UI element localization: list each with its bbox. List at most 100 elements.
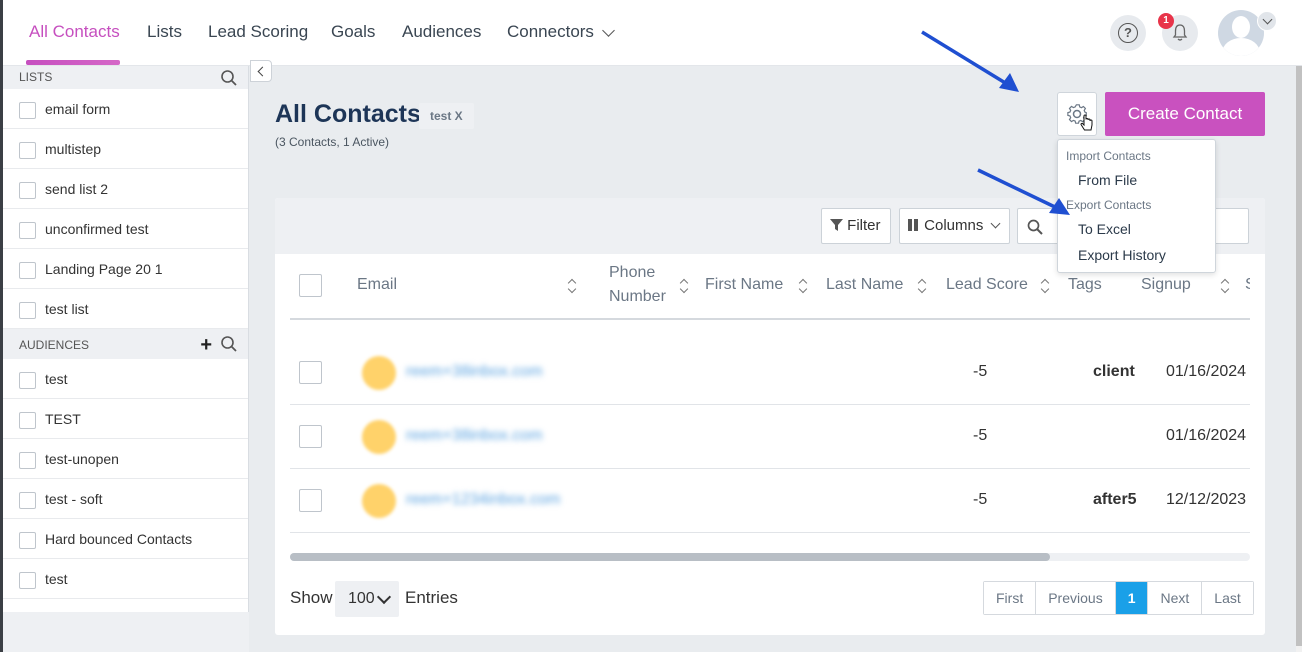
help-icon: ? (1118, 23, 1138, 43)
nav-audiences[interactable]: Audiences (402, 22, 481, 42)
export-contacts-header: Export Contacts (1066, 198, 1152, 212)
list-checkbox[interactable] (19, 182, 36, 199)
scrollbar-thumb[interactable] (1296, 66, 1302, 646)
pager-first[interactable]: First (984, 582, 1037, 614)
contact-tag: after5 (1093, 491, 1137, 508)
column-phone[interactable]: Phone (609, 264, 655, 282)
row-checkbox[interactable] (299, 361, 322, 384)
account-chevron-icon[interactable] (1257, 11, 1277, 31)
filter-icon (830, 219, 843, 231)
settings-dropdown: Import Contacts From File Export Contact… (1057, 139, 1216, 273)
pager-current[interactable]: 1 (1115, 582, 1149, 614)
filter-tag[interactable]: test X (419, 103, 474, 129)
contact-avatar (362, 484, 396, 518)
signup-date: 12/12/2023 (1166, 491, 1247, 508)
sidebar-list-item[interactable]: email form (3, 89, 248, 129)
row-checkbox[interactable] (299, 425, 322, 448)
list-label: test list (45, 301, 89, 317)
list-checkbox[interactable] (19, 102, 36, 119)
sort-icon[interactable] (1221, 279, 1229, 293)
sidebar-audience-item[interactable]: test (3, 559, 248, 599)
sidebar-audience-item[interactable]: test-unopen (3, 439, 248, 479)
column-email[interactable]: Email (357, 276, 397, 294)
audiences-section-header: AUDIENCES + (3, 329, 248, 359)
list-checkbox[interactable] (19, 262, 36, 279)
signup-date: 01/16/2024 (1166, 363, 1247, 380)
horizontal-scrollbar[interactable] (290, 553, 1250, 561)
nav-all-contacts[interactable]: All Contacts (29, 22, 120, 42)
column-first-name[interactable]: First Name (705, 276, 783, 294)
chevron-down-icon[interactable] (602, 24, 615, 37)
nav-goals[interactable]: Goals (331, 22, 375, 42)
column-last-name[interactable]: Last Name (826, 276, 903, 294)
nav-lists[interactable]: Lists (147, 22, 182, 42)
audience-checkbox[interactable] (19, 492, 36, 509)
window-edge (0, 0, 3, 652)
annotation-arrow-icon (921, 30, 1019, 92)
sidebar-audience-item[interactable]: test - soft (3, 479, 248, 519)
column-lead-score[interactable]: Lead Score (946, 276, 1028, 294)
vertical-scrollbar[interactable] (1296, 66, 1302, 652)
column-signup[interactable]: Signup (1141, 276, 1191, 294)
menu-item-from-file[interactable]: From File (1078, 172, 1137, 188)
sort-icon[interactable] (680, 279, 688, 293)
search-icon[interactable] (220, 69, 238, 87)
pager-previous[interactable]: Previous (1036, 582, 1116, 614)
list-checkbox[interactable] (19, 302, 36, 319)
audience-checkbox[interactable] (19, 372, 36, 389)
table-row[interactable]: reem+38inbox.com -5 01/16/2024 (290, 405, 1250, 469)
sidebar-list-item[interactable]: Landing Page 20 1 (3, 249, 248, 289)
sort-icon[interactable] (799, 279, 807, 293)
list-label: Landing Page 20 1 (45, 261, 163, 277)
audience-checkbox[interactable] (19, 412, 36, 429)
nav-connectors[interactable]: Connectors (507, 22, 594, 42)
audience-label: TEST (45, 411, 81, 427)
sort-icon[interactable] (568, 279, 576, 293)
contact-email[interactable]: reem+38inbox.com (406, 427, 543, 445)
notification-badge: 1 (1158, 13, 1174, 29)
nav-lead-scoring[interactable]: Lead Scoring (208, 22, 308, 42)
page-size-select[interactable]: 100 (335, 581, 399, 617)
sidebar-list-item[interactable]: test list (3, 289, 248, 329)
select-all-checkbox[interactable] (299, 274, 322, 297)
pager-next[interactable]: Next (1148, 582, 1203, 614)
create-contact-button[interactable]: Create Contact (1105, 92, 1265, 136)
help-button[interactable]: ? (1110, 15, 1146, 51)
table-row[interactable]: reem+38inbox.com -5 client 01/16/2024 (290, 341, 1250, 405)
row-checkbox[interactable] (299, 489, 322, 512)
list-checkbox[interactable] (19, 142, 36, 159)
list-label: email form (45, 101, 111, 117)
sidebar-list-item[interactable]: multistep (3, 129, 248, 169)
columns-icon (908, 219, 918, 231)
contact-email[interactable]: reem+38inbox.com (406, 363, 543, 381)
pager-last[interactable]: Last (1202, 582, 1253, 614)
list-checkbox[interactable] (19, 222, 36, 239)
column-tags[interactable]: Tags (1068, 276, 1102, 294)
menu-item-export-history[interactable]: Export History (1078, 247, 1166, 263)
sidebar-list-item[interactable]: unconfirmed test (3, 209, 248, 249)
scrollbar-thumb[interactable] (290, 553, 1050, 561)
menu-item-to-excel[interactable]: To Excel (1078, 221, 1131, 237)
audience-checkbox[interactable] (19, 452, 36, 469)
audience-label: test (45, 571, 68, 587)
signup-date: 01/16/2024 (1166, 427, 1247, 444)
collapse-sidebar-button[interactable] (250, 60, 272, 82)
audience-checkbox[interactable] (19, 532, 36, 549)
lists-header-label: LISTS (19, 70, 53, 84)
bell-icon (1172, 24, 1188, 41)
contact-avatar (362, 420, 396, 454)
settings-button[interactable] (1057, 92, 1097, 136)
audience-checkbox[interactable] (19, 572, 36, 589)
contact-email[interactable]: reem+1234inbox.com (406, 491, 560, 509)
add-audience-icon[interactable]: + (200, 329, 212, 361)
search-icon[interactable] (220, 335, 238, 353)
gear-icon (1067, 104, 1093, 131)
sidebar-audience-item[interactable]: test (3, 359, 248, 399)
sidebar-audience-item[interactable]: TEST (3, 399, 248, 439)
table-row[interactable]: reem+1234inbox.com -5 after5 12/12/2023 (290, 469, 1250, 533)
sidebar-list-item[interactable]: send list 2 (3, 169, 248, 209)
sidebar-audience-item[interactable]: Hard bounced Contacts (3, 519, 248, 559)
sort-icon[interactable] (918, 279, 926, 293)
filter-button[interactable]: Filter (821, 208, 891, 244)
sort-icon[interactable] (1041, 279, 1049, 293)
